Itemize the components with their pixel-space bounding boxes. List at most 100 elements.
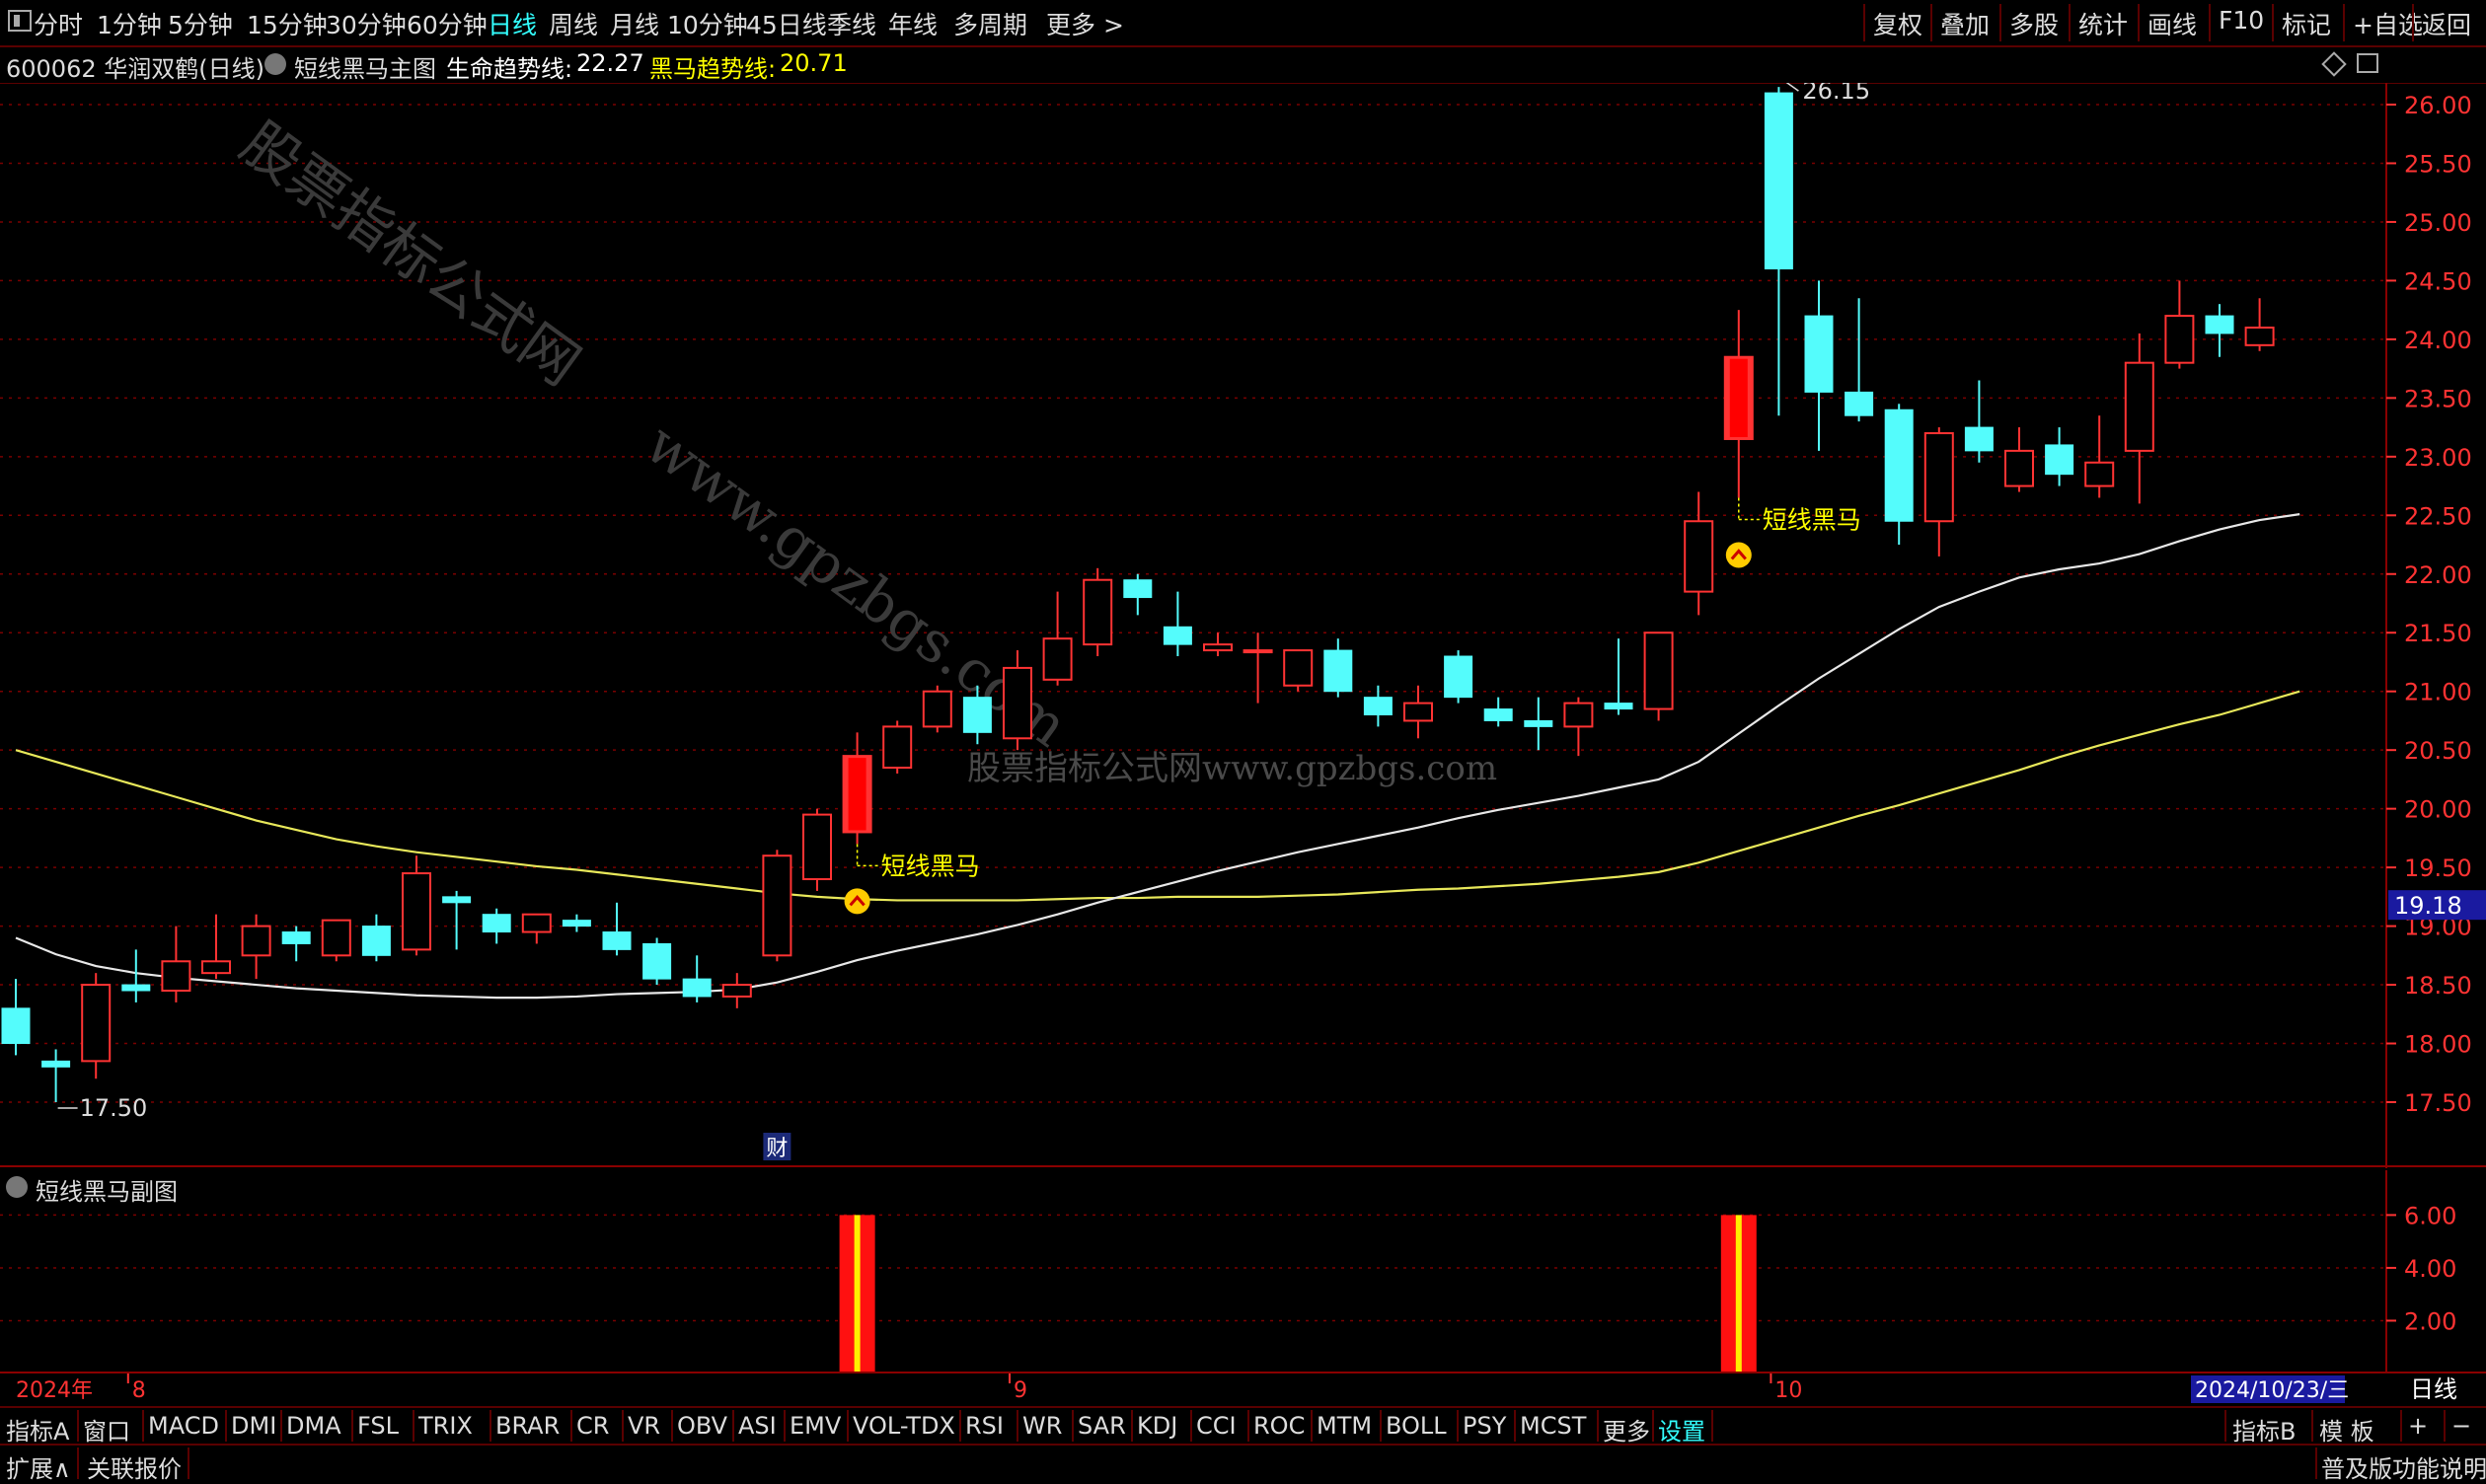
indicator-tab-18[interactable]: CCI: [1196, 1412, 1237, 1440]
indicator-tab-0[interactable]: 指标A: [6, 1412, 69, 1447]
candle[interactable]: [1, 979, 31, 1056]
toolbar-button-4[interactable]: 画线: [2138, 4, 2205, 41]
candle[interactable]: [721, 973, 752, 1008]
candle[interactable]: [1804, 280, 1834, 451]
period-tab-5[interactable]: 60分钟: [407, 6, 488, 41]
period-tab-1[interactable]: 1分钟: [97, 6, 162, 41]
candle[interactable]: [2124, 333, 2154, 504]
candle[interactable]: [241, 914, 271, 980]
candle[interactable]: [1323, 638, 1353, 698]
candle[interactable]: [521, 913, 552, 944]
toolbar-button-3[interactable]: 统计: [2069, 4, 2136, 41]
period-tab-10[interactable]: 45日线: [746, 6, 827, 41]
period-indicator[interactable]: 日线: [2410, 1375, 2457, 1403]
candle[interactable]: [121, 949, 151, 1002]
candle[interactable]: [1243, 632, 1273, 704]
candle[interactable]: [1923, 427, 1954, 556]
candle[interactable]: [41, 1049, 71, 1102]
candle[interactable]: [1042, 591, 1073, 686]
indicator-tab-7[interactable]: BRAR: [495, 1412, 560, 1440]
toolbar-button-1[interactable]: 叠加: [1930, 4, 1997, 41]
candle[interactable]: [1083, 567, 1113, 657]
period-tab-2[interactable]: 5分钟: [168, 6, 233, 41]
right-tab-3[interactable]: −: [2451, 1412, 2471, 1440]
candle[interactable]: [1964, 380, 1994, 463]
indicator-name[interactable]: 短线黑马主图: [294, 49, 436, 84]
finance-event-marker[interactable]: 财: [763, 1133, 791, 1161]
indicator-tab-1[interactable]: 窗口: [83, 1412, 130, 1447]
candle[interactable]: [1684, 491, 1714, 616]
period-tab-9[interactable]: 10分钟: [667, 6, 748, 41]
candle[interactable]: [1563, 697, 1594, 757]
indicator-tab-20[interactable]: MTM: [1317, 1412, 1372, 1440]
candle[interactable]: [1845, 298, 1874, 422]
candle[interactable]: [2045, 427, 2074, 486]
candle[interactable]: [81, 973, 112, 1079]
indicator-tab-16[interactable]: SAR: [1078, 1412, 1126, 1440]
candle[interactable]: [1723, 310, 1754, 498]
period-tab-7[interactable]: 周线: [549, 6, 598, 41]
indicator-tab-24[interactable]: 更多: [1603, 1412, 1650, 1447]
candle[interactable]: [361, 914, 391, 962]
period-tab-13[interactable]: 多周期: [953, 6, 1027, 41]
candle[interactable]: [1524, 697, 1553, 751]
toolbar-button-8[interactable]: 返回: [2412, 4, 2479, 41]
indicator-tab-8[interactable]: CR: [576, 1412, 609, 1440]
period-tab-6[interactable]: 日线: [488, 6, 537, 41]
candle[interactable]: [842, 732, 872, 845]
candle[interactable]: [2205, 304, 2234, 357]
candle[interactable]: [281, 926, 311, 962]
indicator-tab-11[interactable]: ASI: [738, 1412, 777, 1440]
candle[interactable]: [922, 685, 952, 733]
period-tab-8[interactable]: 月线: [610, 6, 659, 41]
indicator-tab-4[interactable]: DMA: [286, 1412, 341, 1440]
candle[interactable]: [1444, 650, 1473, 704]
period-tab-14[interactable]: 更多 >: [1046, 6, 1124, 41]
candle[interactable]: [482, 908, 511, 944]
period-tab-0[interactable]: 分时: [34, 6, 83, 41]
candle[interactable]: [1643, 631, 1674, 721]
indicator-tab-15[interactable]: WR: [1022, 1412, 1062, 1440]
period-tab-11[interactable]: 季线: [827, 6, 876, 41]
candle[interactable]: [2244, 298, 2275, 351]
candle[interactable]: [201, 914, 231, 980]
indicator-tab-6[interactable]: TRIX: [418, 1412, 473, 1440]
candle[interactable]: [682, 955, 712, 1002]
linked-quote-button[interactable]: 关联报价: [87, 1449, 182, 1484]
expand-button[interactable]: 扩展∧: [6, 1449, 71, 1484]
right-tab-0[interactable]: 指标B: [2232, 1412, 2296, 1447]
candle[interactable]: [1483, 697, 1513, 727]
diamond-icon[interactable]: [2321, 51, 2347, 77]
indicator-dropdown-icon[interactable]: [264, 53, 286, 75]
toolbar-button-6[interactable]: 标记: [2272, 4, 2339, 41]
candle[interactable]: [1123, 573, 1153, 616]
indicator-tab-22[interactable]: PSY: [1463, 1412, 1506, 1440]
candle[interactable]: [2004, 427, 2034, 492]
window-toggle-icon[interactable]: [2357, 53, 2378, 73]
edition-help-link[interactable]: 普及版功能说明: [2321, 1449, 2486, 1484]
period-tab-4[interactable]: 30分钟: [326, 6, 407, 41]
toolbar-button-5[interactable]: F10: [2209, 4, 2272, 41]
candle[interactable]: [1283, 649, 1314, 692]
candle[interactable]: [1764, 87, 1793, 416]
candle[interactable]: [442, 890, 472, 950]
candle[interactable]: [882, 720, 913, 774]
candle[interactable]: [1604, 638, 1633, 715]
candle[interactable]: [562, 914, 591, 932]
candle[interactable]: [642, 937, 672, 986]
candle[interactable]: [402, 855, 431, 956]
price-chart[interactable]: 26.00 25.50 25.00 24.50 24.00 23.50 23.00 22.50…: [0, 83, 2486, 1168]
indicator-tab-5[interactable]: FSL: [357, 1412, 399, 1440]
signal-marker[interactable]: 短线黑马: [844, 844, 980, 915]
candle[interactable]: [1163, 591, 1192, 657]
candle[interactable]: [1403, 685, 1433, 739]
candle[interactable]: [802, 808, 832, 891]
candle[interactable]: [161, 926, 191, 1002]
toolbar-button-0[interactable]: 复权: [1863, 4, 1930, 41]
candle[interactable]: [321, 919, 351, 962]
indicator-tab-3[interactable]: DMI: [231, 1412, 276, 1440]
indicator-tab-21[interactable]: BOLL: [1386, 1412, 1447, 1440]
indicator-tab-12[interactable]: EMV: [790, 1412, 841, 1440]
period-tab-12[interactable]: 年线: [888, 6, 938, 41]
sub-chart[interactable]: 6.00 4.00 2.00: [0, 1170, 2486, 1373]
